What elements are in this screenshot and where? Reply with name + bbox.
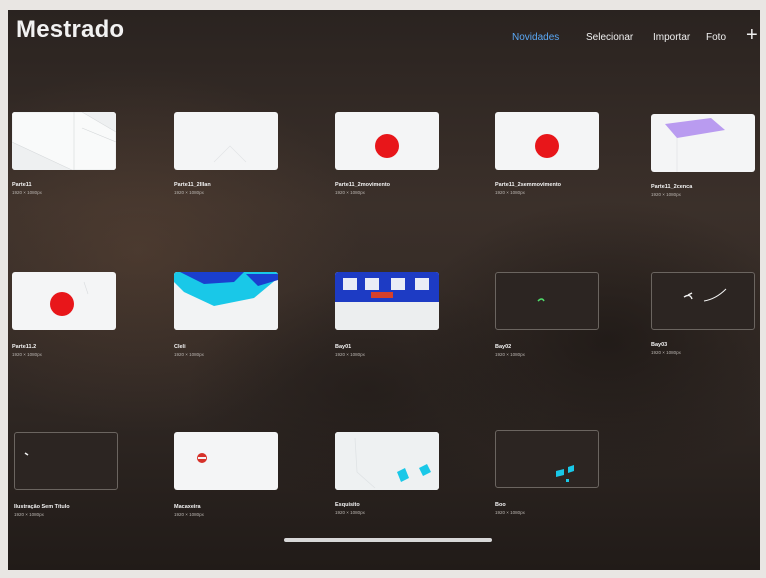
top-nav: Novidades Selecionar Importar Foto + (8, 24, 760, 52)
artwork-title: Parte11 (12, 182, 32, 188)
artwork-title: Ilustração Sem Título (14, 504, 70, 510)
artwork-title: Esquisito (335, 502, 360, 508)
importar-button[interactable]: Importar (653, 32, 690, 43)
artwork-thumbnail[interactable] (335, 112, 439, 170)
artwork-thumbnail[interactable] (651, 272, 755, 330)
artwork-title: Macaxeira (174, 504, 201, 510)
artwork-thumbnail[interactable] (12, 112, 116, 170)
selecionar-button[interactable]: Selecionar (586, 32, 633, 43)
artwork-thumbnail[interactable] (495, 272, 599, 330)
artwork-size: 1920 × 1080px (495, 510, 525, 515)
artwork-title: Parte11_2Illan (174, 182, 211, 188)
home-indicator[interactable] (284, 538, 492, 542)
artwork-thumbnail[interactable] (495, 430, 599, 488)
artwork-thumbnail[interactable] (335, 272, 439, 330)
artwork-title: Cleli (174, 344, 186, 350)
artwork-title: Boo (495, 502, 506, 508)
artwork-thumbnail[interactable] (174, 272, 278, 330)
add-icon[interactable]: + (746, 24, 758, 47)
artwork-size: 1920 × 1080px (651, 192, 681, 197)
artwork-thumbnail[interactable] (495, 112, 599, 170)
artwork-size: 1920 × 1080px (12, 352, 42, 357)
novidades-button[interactable]: Novidades (512, 32, 559, 43)
artwork-size: 1920 × 1080px (174, 512, 204, 517)
artwork-size: 1920 × 1080px (335, 190, 365, 195)
artwork-size: 1920 × 1080px (174, 190, 204, 195)
artwork-thumbnail[interactable] (14, 432, 118, 490)
artwork-title: Parte11.2 (12, 344, 37, 350)
artwork-size: 1920 × 1080px (174, 352, 204, 357)
artwork-size: 1920 × 1080px (651, 350, 681, 355)
artwork-size: 1920 × 1080px (12, 190, 42, 195)
artwork-thumbnail[interactable] (174, 112, 278, 170)
artwork-size: 1920 × 1080px (495, 190, 525, 195)
foto-button[interactable]: Foto (706, 32, 726, 43)
artwork-size: 1920 × 1080px (495, 352, 525, 357)
artwork-thumbnail[interactable] (335, 432, 439, 490)
artwork-size: 1920 × 1080px (335, 510, 365, 515)
artwork-thumbnail[interactable] (651, 114, 755, 172)
artwork-size: 1920 × 1080px (335, 352, 365, 357)
artwork-title: Bay01 (335, 344, 352, 350)
artwork-size: 1920 × 1080px (14, 512, 44, 517)
artwork-title: Bay03 (651, 342, 668, 348)
artwork-title: Parte11_2cenca (651, 184, 693, 190)
artwork-title: Bay02 (495, 344, 512, 350)
artwork-thumbnail[interactable] (174, 432, 278, 490)
gallery-screen: Mestrado Novidades Selecionar Importar F… (8, 10, 760, 570)
artwork-title: Parte11_2movimento (335, 182, 391, 188)
artwork-title: Parte11_2semmovimento (495, 182, 562, 188)
artwork-thumbnail[interactable] (12, 272, 116, 330)
